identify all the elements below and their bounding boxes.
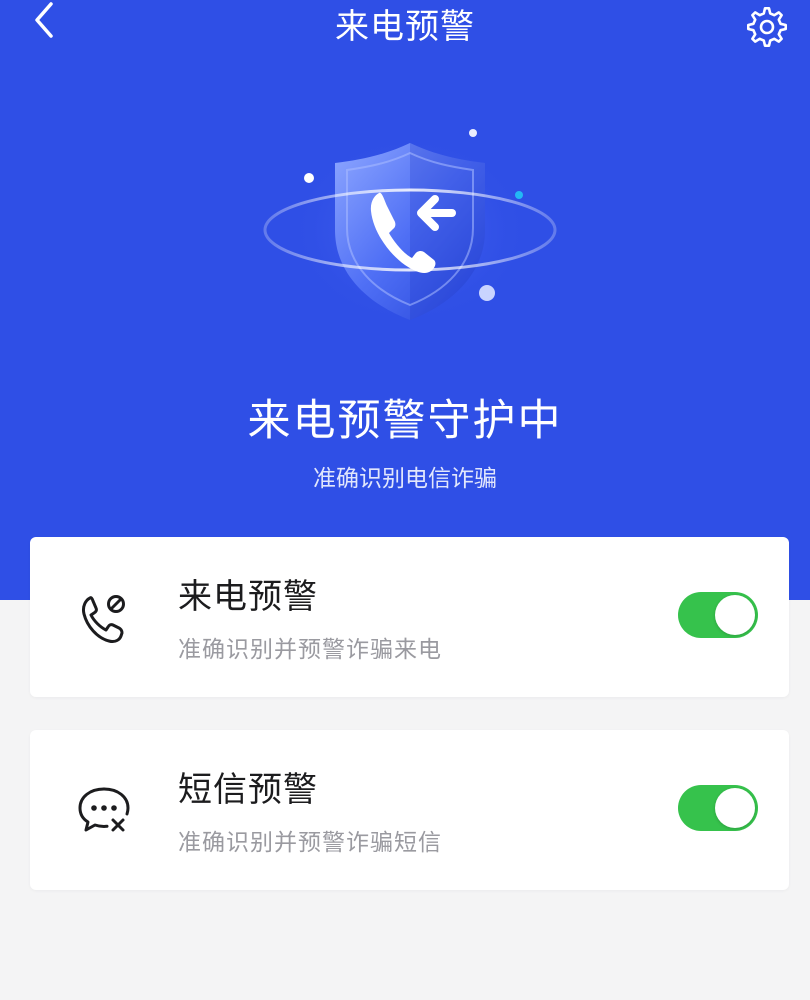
sms-warning-card: 短信预警 准确识别并预警诈骗短信 (30, 730, 789, 890)
call-warning-title: 来电预警 (178, 577, 318, 617)
toggle-knob (715, 788, 755, 828)
page-title: 来电预警 (335, 7, 475, 47)
protection-status-title: 来电预警守护中 (247, 396, 563, 446)
phone-block-icon (82, 595, 125, 643)
protection-status-subtitle: 准确识别电信诈骗 (313, 466, 497, 492)
sms-warning-toggle[interactable] (678, 785, 758, 831)
hero-banner: 来电预警 来电预警守护中 准确识别电信诈骗 (0, 0, 810, 600)
settings-button[interactable] (743, 3, 791, 51)
gear-icon (747, 6, 787, 47)
call-warning-card: 来电预警 准确识别并预警诈骗来电 (30, 537, 789, 697)
message-block-icon (78, 787, 130, 832)
sms-warning-description: 准确识别并预警诈骗短信 (178, 830, 442, 856)
shield-incoming-call-icon (263, 129, 557, 325)
sms-warning-title: 短信预警 (178, 770, 318, 810)
call-warning-description: 准确识别并预警诈骗来电 (178, 637, 442, 663)
call-warning-toggle[interactable] (678, 592, 758, 638)
toggle-knob (715, 595, 755, 635)
